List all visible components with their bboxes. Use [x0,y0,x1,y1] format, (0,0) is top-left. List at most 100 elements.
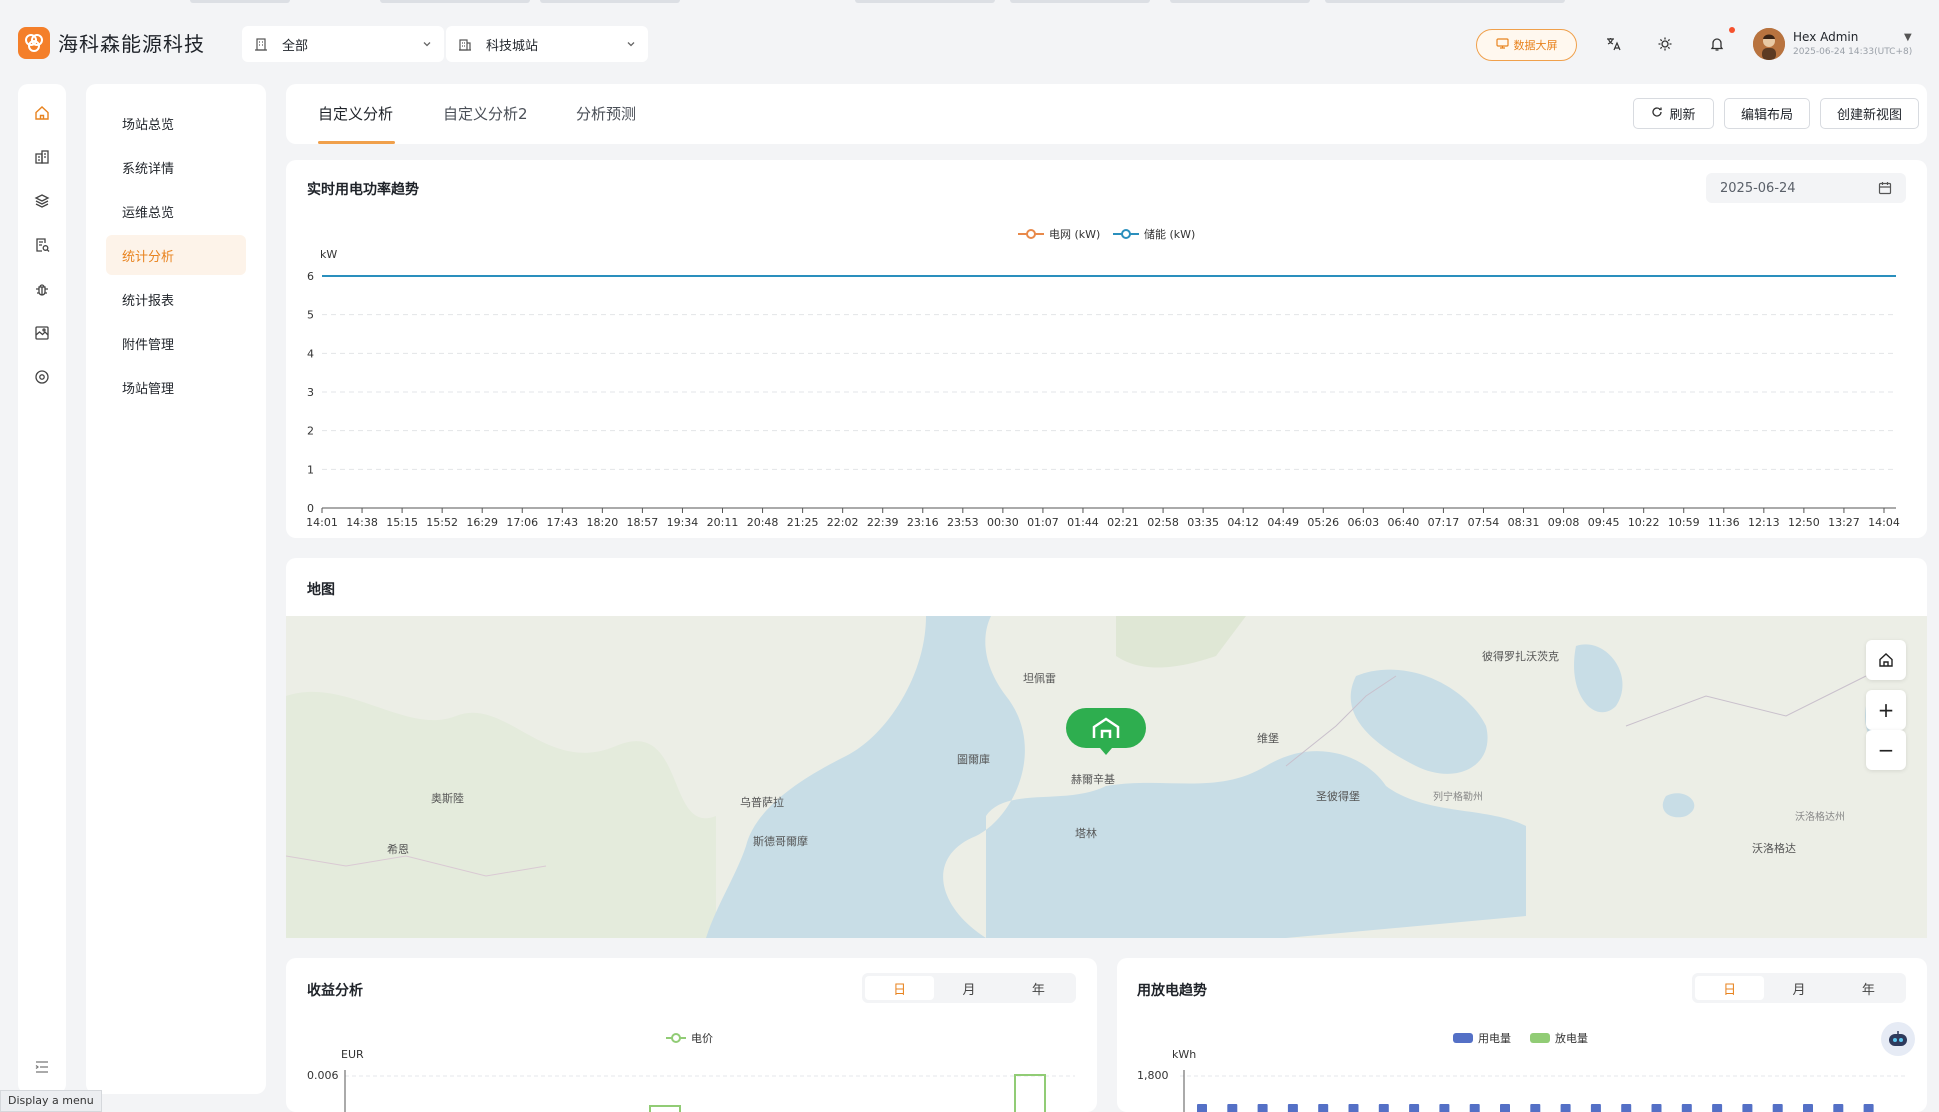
legend-storage-marker-icon [1113,229,1139,239]
station-marker-icon [1066,708,1146,755]
x-tick-label: 06:40 [1388,516,1420,529]
date-picker-value: 2025-06-24 [1720,180,1796,196]
station-select[interactable]: 科技城站 [446,26,648,62]
map-view[interactable]: 彼得罗扎沃茨克 坦佩雷 维堡 圖爾庫 赫爾辛基 奥斯陸 乌普萨拉 圣彼得堡 列宁… [286,616,1927,938]
legend-storage[interactable]: 储能 (kW) [1113,226,1195,242]
x-tick-label: 00:30 [987,516,1019,529]
edit-layout-button[interactable]: 编辑布局 [1724,98,1810,129]
x-tick-label: 19:34 [667,516,699,529]
consumption-bar [1530,1104,1541,1112]
assistant-robot-button[interactable] [1881,1022,1915,1056]
map-zoom-out-button[interactable]: − [1866,730,1906,770]
tab-analysis-forecast[interactable]: 分析预测 [576,103,636,124]
x-tick-label: 09:45 [1588,516,1620,529]
avatar[interactable] [1753,28,1785,60]
consumption-bar [1590,1104,1601,1112]
create-view-button[interactable]: 创建新视图 [1820,98,1919,129]
legend-discharge-swatch [1530,1033,1550,1043]
browser-tab-strip [0,0,1939,4]
nav-item-station-overview[interactable]: 场站总览 [106,103,246,143]
image-gallery-icon[interactable] [29,320,55,346]
consumption-bar [1742,1104,1753,1112]
nav-item-station-management[interactable]: 场站管理 [106,367,246,407]
consumption-bar [1833,1104,1844,1112]
consumption-bar [1197,1104,1207,1112]
x-tick-label: 17:06 [506,516,538,529]
legend-grid[interactable]: 电网 (kW) [1018,226,1100,242]
x-tick-label: 16:29 [466,516,498,529]
nav-item-system-details[interactable]: 系统详情 [106,147,246,187]
layers-icon[interactable] [29,188,55,214]
x-tick-label: 01:07 [1027,516,1059,529]
theme-sun-icon[interactable] [1655,34,1675,54]
tab-custom-analysis[interactable]: 自定义分析 [318,103,393,124]
legend-price-label: 电价 [691,1032,713,1045]
bell-icon[interactable] [1707,34,1727,54]
station-marker[interactable] [1066,708,1146,756]
user-menu-caret-icon[interactable]: ▼ [1904,32,1912,43]
energy-chart [1180,1070,1905,1112]
refresh-icon [1651,106,1663,122]
energy-period-month[interactable]: 月 [1764,976,1833,1000]
area-select[interactable]: 全部 [242,26,444,62]
revenue-y-unit: EUR [341,1048,364,1061]
map-label: 圖爾庫 [957,753,990,766]
date-picker[interactable]: 2025-06-24 [1706,173,1906,203]
bug-icon[interactable] [29,276,55,302]
x-tick-label: 09:08 [1548,516,1580,529]
legend-price[interactable]: 电价 [666,1030,713,1046]
bigscreen-button[interactable]: 数据大屏 [1476,29,1577,61]
revenue-period-year[interactable]: 年 [1004,976,1073,1000]
y-tick-label: 2 [307,425,314,438]
brand-logo[interactable] [18,27,50,59]
revenue-period-day[interactable]: 日 [865,976,935,1000]
tab-custom-analysis-2[interactable]: 自定义分析2 [443,103,528,124]
report-search-icon[interactable] [29,232,55,258]
brand-name: 海科森能源科技 [58,32,205,56]
refresh-label: 刷新 [1669,108,1696,123]
refresh-button[interactable]: 刷新 [1633,98,1714,129]
legend-grid-marker-icon [1018,229,1044,239]
map-home-button[interactable] [1866,640,1906,680]
x-tick-label: 23:16 [907,516,939,529]
map-label: 沃洛格达州 [1795,812,1845,823]
x-tick-label: 06:03 [1347,516,1379,529]
legend-discharge[interactable]: 放电量 [1530,1030,1588,1046]
nav-item-statistics-report[interactable]: 统计报表 [106,279,246,319]
energy-y-tick: 1,800 [1137,1069,1169,1082]
energy-title: 用放电趋势 [1137,983,1207,999]
x-tick-label: 21:25 [787,516,819,529]
bigscreen-label: 数据大屏 [1513,39,1558,52]
collapse-menu-icon[interactable] [29,1054,55,1080]
map-zoom-in-button[interactable]: + [1866,690,1906,730]
consumption-bar [1348,1104,1359,1112]
x-tick-label: 01:44 [1067,516,1099,529]
revenue-title: 收益分析 [307,983,363,999]
x-tick-label: 18:20 [587,516,619,529]
energy-period-switch: 日 月 年 [1692,973,1906,1003]
station-select-value: 科技城站 [486,38,539,54]
x-tick-label: 14:01 [306,516,338,529]
x-tick-label: 20:11 [707,516,739,529]
energy-y-unit: kWh [1172,1048,1197,1061]
nav-item-operations-overview[interactable]: 运维总览 [106,191,246,231]
settings-target-icon[interactable] [29,364,55,390]
nav-item-statistics-analysis[interactable]: 统计分析 [106,235,246,275]
revenue-period-month[interactable]: 月 [934,976,1003,1000]
energy-period-day[interactable]: 日 [1695,976,1765,1000]
dashboard-icon[interactable] [29,144,55,170]
map-title: 地图 [307,582,335,598]
translate-icon[interactable] [1603,34,1623,54]
x-tick-label: 23:53 [947,516,979,529]
user-name[interactable]: Hex Admin [1793,30,1858,44]
consumption-bar [1772,1104,1783,1112]
legend-consumption[interactable]: 用电量 [1453,1030,1511,1046]
revenue-chart [344,1070,1075,1112]
energy-period-year[interactable]: 年 [1834,976,1903,1000]
nav-item-attachments[interactable]: 附件管理 [106,323,246,363]
home-icon [1879,653,1893,667]
revenue-y-tick: 0.006 [307,1069,339,1082]
y-tick-label: 3 [307,386,314,399]
home-icon[interactable] [29,100,55,126]
plus-icon: + [1877,698,1895,722]
